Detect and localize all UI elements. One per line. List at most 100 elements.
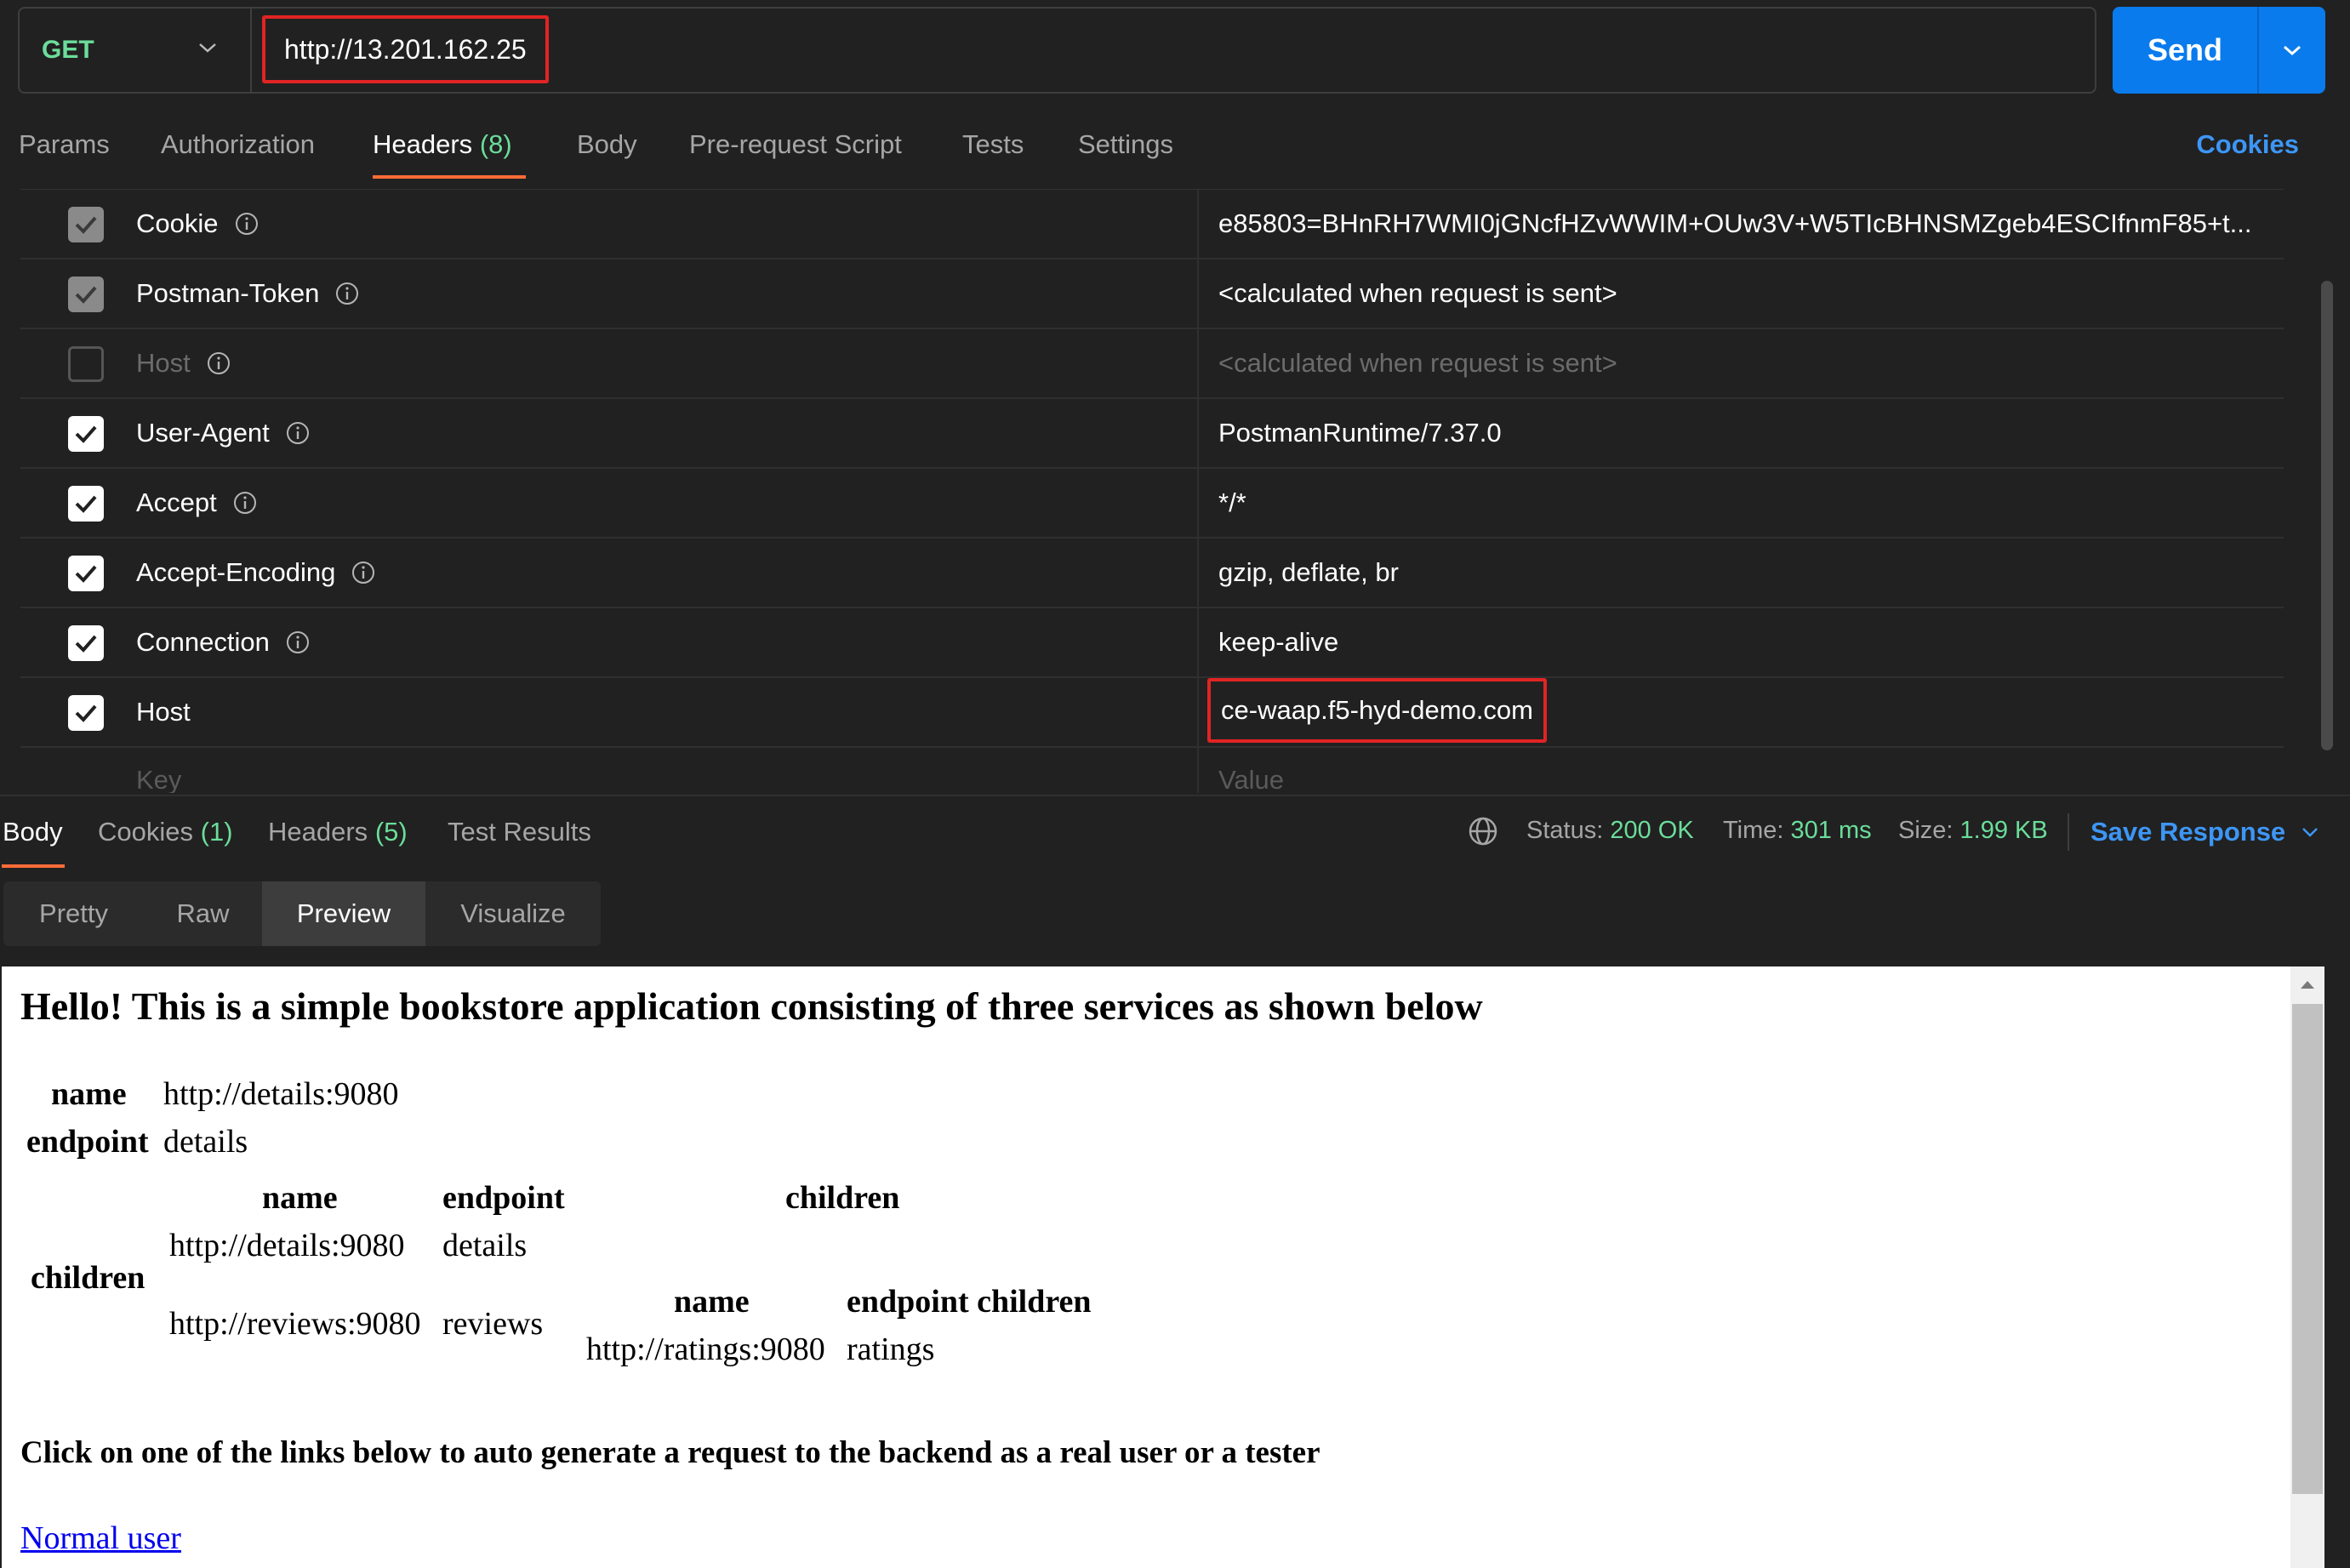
response-tab-cookies[interactable]: Cookies (1)	[98, 817, 233, 847]
header-key-text: Accept-Encoding	[136, 557, 336, 587]
header-key[interactable]: Host	[136, 348, 231, 379]
header-checkbox[interactable]	[68, 556, 104, 591]
response-tab-body[interactable]: Body	[3, 817, 63, 847]
column-divider	[1197, 399, 1199, 467]
scroll-up-arrow-icon[interactable]	[2299, 978, 2316, 990]
url-value: http://13.201.162.25	[284, 33, 527, 65]
checkmark-icon	[75, 565, 97, 583]
tab-body[interactable]: Body	[577, 129, 637, 160]
headers-table: Cookie e85803=BHnRH7WMI0jGNcfHZvWWIM+OUw…	[20, 189, 2284, 793]
header-value-highlighted[interactable]: ce-waap.f5-hyd-demo.com	[1207, 678, 1547, 743]
child-row-endpoint: reviews	[442, 1306, 544, 1342]
preview-name-value: http://details:9080	[163, 1076, 399, 1112]
header-value[interactable]: */*	[1218, 488, 1246, 518]
preview-scrollbar-thumb[interactable]	[2292, 1004, 2323, 1494]
info-icon[interactable]	[334, 281, 360, 306]
send-options-button[interactable]	[2257, 7, 2325, 94]
header-checkbox[interactable]	[68, 625, 104, 661]
info-icon[interactable]	[234, 211, 260, 237]
header-key[interactable]: Accept-Encoding	[136, 557, 376, 588]
header-checkbox[interactable]	[68, 695, 104, 731]
tab-authorization[interactable]: Authorization	[161, 129, 315, 160]
response-tab-headers[interactable]: Headers (5)	[268, 817, 408, 847]
header-checkbox[interactable]	[68, 207, 104, 242]
header-key[interactable]: Postman-Token	[136, 278, 360, 309]
response-tab-headers-count: (5)	[374, 817, 408, 847]
tab-headers-label: Headers	[373, 129, 473, 159]
preview-children-label: children	[31, 1260, 145, 1296]
tab-params[interactable]: Params	[19, 129, 110, 160]
header-value[interactable]: e85803=BHnRH7WMI0jGNcfHZvWWIM+OUw3V+W5TI…	[1218, 208, 2252, 239]
tab-pre-request-script[interactable]: Pre-request Script	[689, 129, 902, 160]
save-response-label: Save Response	[2090, 817, 2286, 847]
column-divider	[1197, 469, 1199, 537]
header-value[interactable]: <calculated when request is sent>	[1218, 348, 1617, 379]
header-checkbox[interactable]	[68, 416, 104, 452]
active-response-tab-indicator	[2, 864, 65, 868]
header-value[interactable]: <calculated when request is sent>	[1218, 278, 1617, 309]
checkmark-icon	[75, 216, 97, 234]
size-readout: Size: 1.99 KB	[1898, 817, 2048, 845]
send-button[interactable]: Send	[2113, 7, 2325, 94]
nested-row-endpoint: ratings	[847, 1331, 935, 1367]
child-row-endpoint: details	[442, 1228, 528, 1263]
header-value[interactable]: keep-alive	[1218, 627, 1338, 658]
method-select[interactable]: GET	[20, 9, 252, 92]
column-divider	[1197, 259, 1199, 328]
header-key[interactable]: Cookie	[136, 208, 260, 239]
active-tab-indicator	[373, 175, 526, 179]
info-icon[interactable]	[232, 490, 258, 516]
header-row: Host ce-waap.f5-hyd-demo.com	[20, 678, 2284, 748]
header-key-text: Cookie	[136, 208, 219, 238]
column-divider	[1197, 329, 1199, 397]
time-value: 301 ms	[1790, 817, 1872, 844]
response-tab-test-results[interactable]: Test Results	[448, 817, 591, 847]
child-table-header-children: children	[785, 1180, 900, 1216]
header-row: Cookie e85803=BHnRH7WMI0jGNcfHZvWWIM+OUw…	[20, 190, 2284, 259]
view-mode-pretty[interactable]: Pretty	[3, 881, 144, 946]
view-mode-visualize[interactable]: Visualize	[425, 881, 601, 946]
child-row-name: http://reviews:9080	[169, 1306, 421, 1342]
globe-icon[interactable]	[1467, 815, 1499, 847]
info-icon[interactable]	[206, 351, 231, 376]
header-checkbox[interactable]	[68, 277, 104, 312]
header-value[interactable]: PostmanRuntime/7.37.0	[1218, 418, 1502, 448]
header-checkbox[interactable]	[68, 346, 104, 382]
chevron-down-icon	[2284, 45, 2301, 56]
info-icon[interactable]	[351, 560, 376, 585]
header-key[interactable]: User-Agent	[136, 418, 311, 448]
response-tab-cookies-count: (1)	[200, 817, 233, 847]
header-checkbox[interactable]	[68, 486, 104, 522]
header-key[interactable]: Host	[136, 697, 191, 727]
url-input[interactable]: http://13.201.162.25	[262, 15, 549, 83]
checkmark-icon	[75, 286, 97, 304]
header-row: Host <calculated when request is sent>	[20, 329, 2284, 399]
header-value[interactable]: gzip, deflate, br	[1218, 557, 1399, 588]
info-icon[interactable]	[285, 630, 311, 655]
header-key-text: User-Agent	[136, 418, 270, 448]
tab-settings[interactable]: Settings	[1078, 129, 1173, 160]
view-mode-preview[interactable]: Preview	[262, 881, 425, 946]
cookies-link[interactable]: Cookies	[2196, 129, 2299, 160]
tab-headers-count: (8)	[479, 129, 512, 159]
info-icon[interactable]	[285, 420, 311, 446]
divider	[2068, 813, 2069, 851]
header-key[interactable]: Accept	[136, 488, 258, 518]
save-response-button[interactable]: Save Response	[2090, 817, 2319, 847]
checkmark-icon	[75, 425, 97, 443]
headers-scrollbar[interactable]	[2321, 281, 2333, 750]
normal-user-link[interactable]: Normal user	[20, 1520, 181, 1557]
header-key-input[interactable]: Key	[136, 765, 181, 793]
header-value-input[interactable]: Value	[1218, 765, 1284, 793]
tab-tests[interactable]: Tests	[962, 129, 1024, 160]
view-mode-raw[interactable]: Raw	[144, 881, 262, 946]
status-value: 200 OK	[1610, 817, 1694, 844]
header-new-row: Key Value	[20, 748, 2284, 793]
chevron-down-icon	[2302, 828, 2319, 837]
header-key[interactable]: Connection	[136, 627, 311, 658]
column-divider	[1197, 678, 1199, 746]
preview-name-label: name	[51, 1076, 127, 1112]
nested-table-header-name: name	[674, 1284, 750, 1320]
tab-headers[interactable]: Headers (8)	[373, 129, 512, 160]
header-row: Postman-Token <calculated when request i…	[20, 259, 2284, 329]
